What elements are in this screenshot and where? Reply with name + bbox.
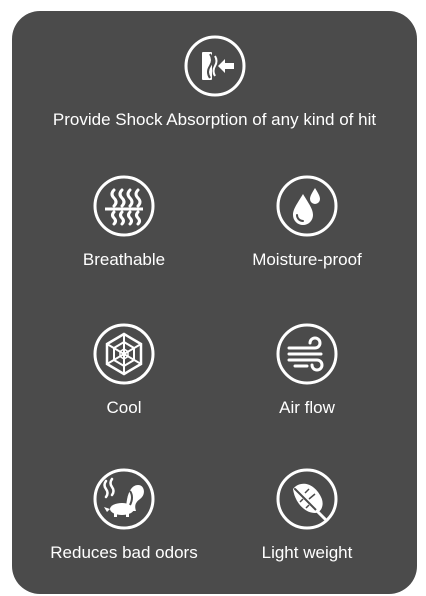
feature-label: Light weight xyxy=(261,543,353,562)
feature-label: Air flow xyxy=(279,398,335,417)
feature-card: Provide Shock Absorption of any kind of … xyxy=(12,11,417,594)
shock-absorption-icon xyxy=(183,34,247,98)
skunk-icon xyxy=(92,467,156,531)
feature-cool: Cool xyxy=(29,322,219,418)
feature-reduces-bad-odors: Reduces bad odors xyxy=(29,467,219,563)
feature-moisture-proof: Moisture-proof xyxy=(212,174,402,270)
feature-shock-absorption: Provide Shock Absorption of any kind of … xyxy=(12,34,417,130)
feature-light-weight: Light weight xyxy=(212,467,402,563)
feather-icon xyxy=(275,467,339,531)
breathable-icon xyxy=(92,174,156,238)
feature-breathable: Breathable xyxy=(29,174,219,270)
feature-label: Moisture-proof xyxy=(252,250,362,269)
feature-label: Cool xyxy=(106,398,142,417)
moisture-proof-icon xyxy=(275,174,339,238)
cool-snowflake-icon xyxy=(92,322,156,386)
air-flow-icon xyxy=(275,322,339,386)
feature-label: Provide Shock Absorption of any kind of … xyxy=(52,110,377,129)
feature-air-flow: Air flow xyxy=(212,322,402,418)
feature-label: Breathable xyxy=(82,250,166,269)
feature-label: Reduces bad odors xyxy=(50,543,198,562)
